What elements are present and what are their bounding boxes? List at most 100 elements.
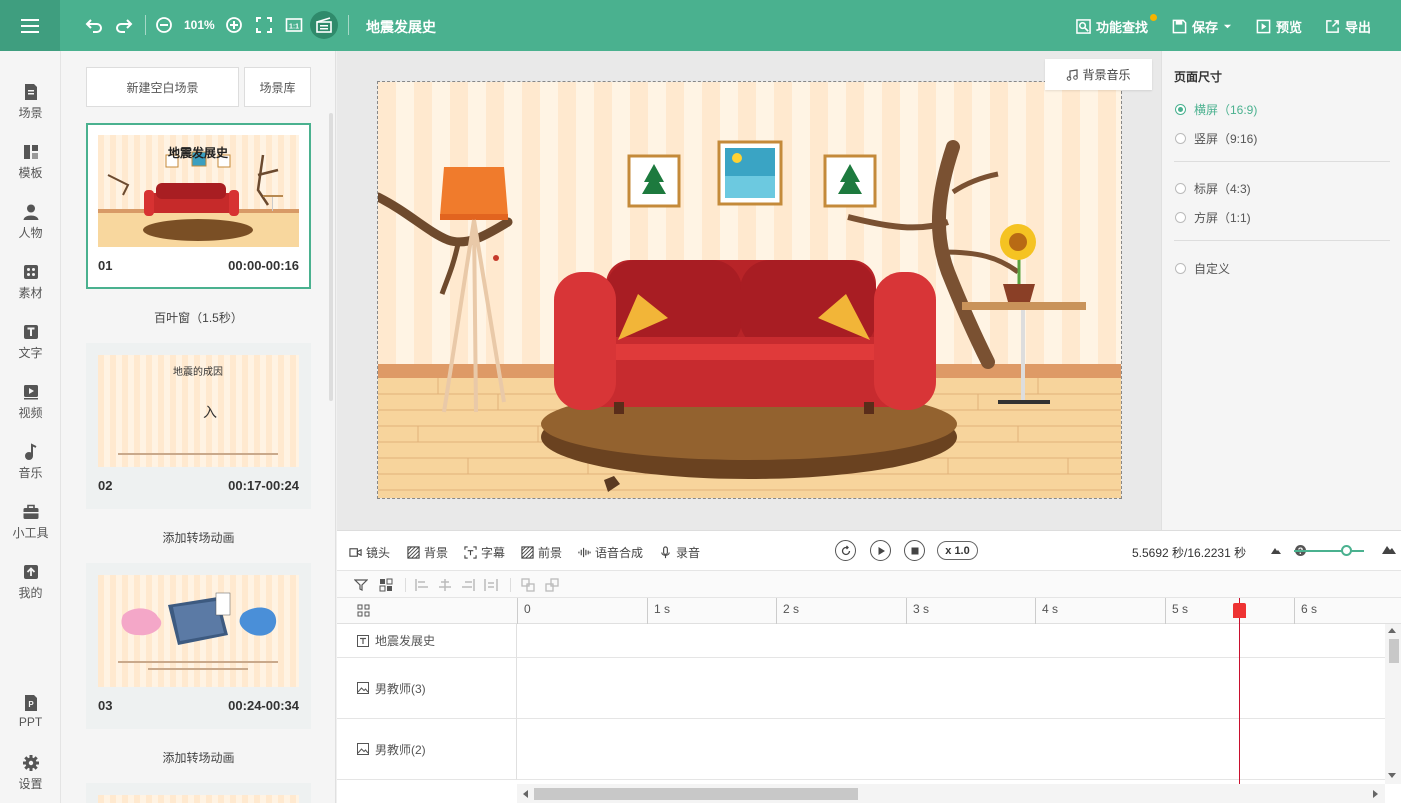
clapper-button[interactable] (310, 11, 338, 39)
radio-standard-4-3[interactable]: 标屏（4:3) (1175, 180, 1251, 197)
export-button[interactable]: 导出 (1325, 17, 1371, 36)
scene-panel-scrollbar[interactable] (329, 113, 333, 401)
undo-icon (85, 19, 102, 33)
zoom-slider-track[interactable] (1294, 550, 1364, 552)
timeline-ruler[interactable]: 0 1 s 2 s 3 s 4 s 5 s 6 s (517, 598, 1401, 624)
ungroup-icon[interactable] (545, 578, 559, 592)
scene-transition-button[interactable]: 添加转场动画 (86, 529, 311, 546)
tick-line (1035, 598, 1036, 624)
nav-item-text[interactable]: 文字 (0, 323, 61, 373)
camera-tool[interactable]: 镜头 (349, 544, 390, 561)
nav-label: 素材 (18, 286, 43, 300)
scroll-down-icon[interactable] (1388, 773, 1396, 779)
play-button[interactable] (870, 540, 891, 561)
undo-button[interactable] (83, 14, 105, 36)
radio-custom[interactable]: 自定义 (1175, 260, 1230, 277)
zoom-out-icon (156, 17, 172, 33)
tick-label: 1 s (654, 602, 671, 616)
layers-icon[interactable] (357, 604, 370, 617)
subtitle-tool[interactable]: 字幕 (464, 544, 505, 561)
replay-button[interactable] (835, 540, 856, 561)
nav-item-scene[interactable]: 场景 (0, 83, 61, 133)
playback-speed-button[interactable]: x 1.0 (937, 541, 978, 560)
distribute-icon[interactable] (484, 578, 498, 592)
timeline-edit-tools (337, 571, 1401, 598)
align-right-icon[interactable] (461, 578, 475, 592)
radio-landscape-16-9[interactable]: 横屏（16:9) (1175, 101, 1257, 118)
scene-time-range: 00:17-00:24 (228, 478, 299, 493)
scene-card[interactable]: 地震的成因 入 02 00:17-00:24 (86, 343, 311, 509)
vertical-scroll-thumb[interactable] (1389, 639, 1399, 663)
track-label[interactable]: 男教师(2) (337, 719, 517, 780)
background-tool[interactable]: 背景 (407, 544, 448, 561)
scroll-up-icon[interactable] (1388, 627, 1396, 633)
horizontal-scroll-thumb[interactable] (534, 788, 858, 800)
nav-item-material[interactable]: 素材 (0, 263, 61, 313)
nav-label: 人物 (18, 226, 43, 240)
align-center-icon[interactable] (438, 578, 452, 592)
foreground-tool[interactable]: 前景 (521, 544, 562, 561)
grid-select-icon[interactable] (379, 578, 393, 592)
scene-transition-button[interactable]: 添加转场动画 (86, 749, 311, 766)
record-tool[interactable]: 录音 (659, 544, 700, 561)
app-window: 101% 1:1 地震发展史 功能查找 保存 预览 导出 场景 模板 人物 素材… (0, 0, 1401, 803)
nav-item-music[interactable]: 音乐 (0, 443, 61, 493)
nav-item-settings[interactable]: 设置 (0, 754, 61, 803)
scene-card[interactable]: 地震发展史 01 00:00-00:16 (86, 123, 311, 289)
tick-label: 5 s (1172, 602, 1189, 616)
editing-stage: 背景音乐 (337, 51, 1161, 530)
scene-time-range: 00:24-00:34 (228, 698, 299, 713)
zoom-slider-knob[interactable] (1341, 545, 1352, 556)
map-thumbnail (118, 592, 278, 670)
track-label[interactable]: 地震发展史 (337, 624, 517, 658)
scene-library-button[interactable]: 场景库 (244, 67, 311, 107)
preview-button[interactable]: 预览 (1256, 17, 1302, 36)
new-blank-scene-button[interactable]: 新建空白场景 (86, 67, 239, 107)
track-lane[interactable] (517, 624, 1385, 658)
export-icon (1326, 20, 1339, 33)
tick-line (776, 598, 777, 624)
radio-portrait-9-16[interactable]: 竖屏（9:16) (1175, 130, 1257, 147)
background-music-button[interactable]: 背景音乐 (1045, 59, 1152, 90)
filter-icon[interactable] (354, 578, 368, 592)
radio-square-1-1[interactable]: 方屏（1:1) (1175, 209, 1251, 226)
nav-item-person[interactable]: 人物 (0, 203, 61, 253)
toolbar-divider (145, 15, 146, 35)
playhead-handle[interactable] (1233, 603, 1246, 618)
track-lane[interactable] (517, 719, 1385, 780)
tool-label: 语音合成 (595, 546, 644, 560)
scene-card[interactable] (86, 783, 311, 803)
preview-label: 预览 (1276, 20, 1303, 35)
nav-item-mine[interactable]: 我的 (0, 563, 61, 613)
find-feature-button[interactable]: 功能查找 (1076, 17, 1148, 36)
nav-item-video[interactable]: 视频 (0, 383, 61, 433)
document-title[interactable]: 地震发展史 (366, 17, 436, 37)
track-lane[interactable] (517, 658, 1385, 719)
stop-button[interactable] (904, 540, 925, 561)
redo-button[interactable] (113, 14, 135, 36)
actual-size-button[interactable]: 1:1 (283, 14, 305, 36)
zoom-in-button[interactable] (223, 14, 245, 36)
nav-item-ppt[interactable]: P PPT (0, 694, 61, 744)
track-label[interactable]: 男教师(3) (337, 658, 517, 719)
fullscreen-button[interactable] (253, 14, 275, 36)
living-room-thumbnail: 地震发展史 (98, 145, 299, 247)
voice-synthesis-tool[interactable]: 语音合成 (578, 544, 643, 561)
scene-transition-button[interactable]: 百叶窗（1.5秒） (86, 309, 311, 326)
group-icon[interactable] (521, 578, 535, 592)
subtitle-icon (464, 546, 477, 559)
save-button[interactable]: 保存 (1172, 17, 1232, 36)
align-left-icon[interactable] (415, 578, 429, 592)
zoom-out-button[interactable] (153, 14, 175, 36)
nav-item-template[interactable]: 模板 (0, 143, 61, 193)
save-label: 保存 (1192, 20, 1219, 35)
scroll-left-icon[interactable] (522, 790, 528, 798)
image-track-icon (357, 682, 369, 694)
page-size-title: 页面尺寸 (1174, 70, 1223, 84)
menu-button[interactable] (0, 0, 60, 51)
nav-item-toolbox[interactable]: 小工具 (0, 503, 61, 553)
scene-card[interactable]: 03 00:24-00:34 (86, 563, 311, 729)
scene-canvas[interactable] (377, 81, 1122, 499)
tool-label: 背景 (424, 546, 449, 560)
scroll-right-icon[interactable] (1373, 790, 1379, 798)
